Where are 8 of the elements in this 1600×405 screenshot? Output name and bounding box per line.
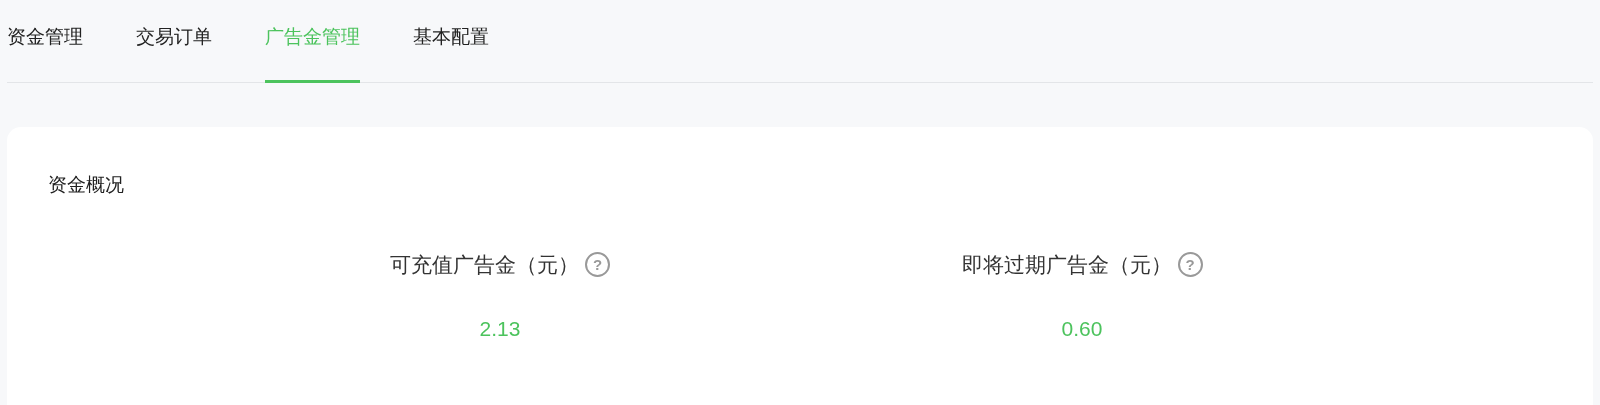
tab[interactable]: 交易订单 (136, 0, 212, 83)
stat-label: 可充值广告金（元） (390, 252, 579, 278)
section-title: 资金概况 (48, 173, 125, 197)
tab[interactable]: 资金管理 (7, 0, 83, 83)
stat-value: 2.13 (479, 315, 521, 342)
tab[interactable]: 基本配置 (413, 0, 489, 83)
stat-label: 即将过期广告金（元） (961, 252, 1172, 278)
stat-value: 0.60 (1061, 315, 1103, 342)
